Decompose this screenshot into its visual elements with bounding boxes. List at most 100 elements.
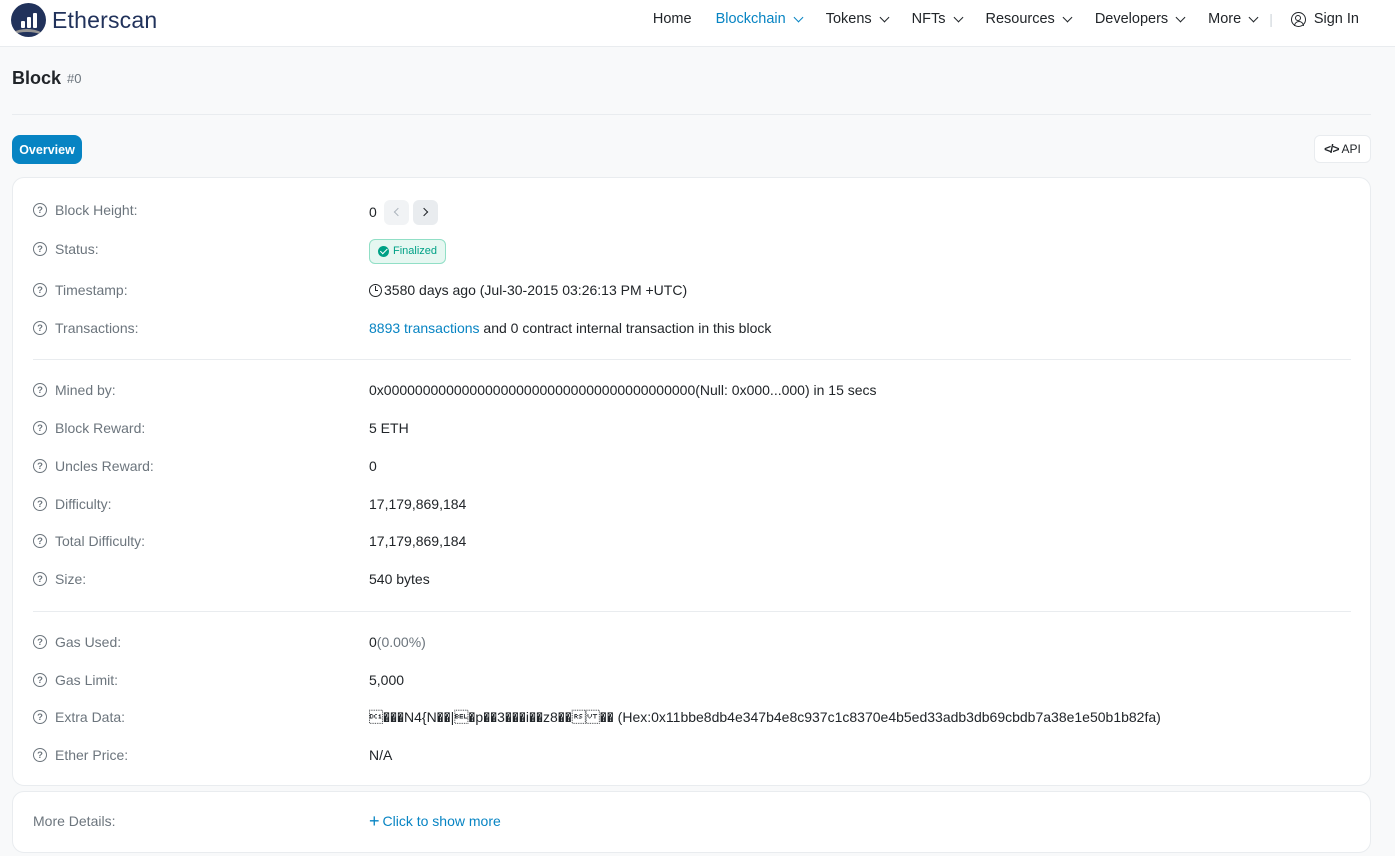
show-more-label: Click to show more	[382, 813, 501, 829]
previous-block-button[interactable]	[383, 199, 409, 225]
nav-more-label: More	[1208, 11, 1242, 27]
etherscan-logo[interactable]: Etherscan	[11, 3, 157, 37]
row-gas-limit: ? Gas Limit: 5,000	[33, 670, 1353, 690]
clock-icon	[369, 283, 382, 297]
block-reward-value: 5 ETH	[369, 420, 409, 436]
row-block-reward: ? Block Reward: 5 ETH	[33, 418, 1353, 438]
nav-more[interactable]: More	[1208, 11, 1259, 27]
nav-separator: |	[1269, 11, 1273, 27]
mined-by-value: 0x00000000000000000000000000000000000000…	[369, 382, 877, 398]
transactions-link[interactable]: 8893 transactions	[369, 320, 480, 336]
question-circle-icon[interactable]: ?	[33, 421, 47, 435]
row-timestamp: ? Timestamp: 3580 days ago (Jul-30-2015 0…	[33, 280, 1353, 300]
more-details-label: More Details:	[33, 813, 116, 829]
question-circle-icon[interactable]: ?	[33, 673, 47, 687]
chevron-down-icon	[953, 12, 963, 22]
section-divider	[33, 611, 1351, 612]
nav-resources-label: Resources	[985, 11, 1055, 27]
question-circle-icon[interactable]: ?	[33, 283, 47, 297]
question-circle-icon[interactable]: ?	[33, 534, 47, 548]
logo-text: Etherscan	[52, 6, 158, 33]
nav-blockchain[interactable]: Blockchain	[715, 11, 804, 27]
ether-price-label: Ether Price:	[55, 747, 129, 763]
chevron-down-icon	[1175, 12, 1186, 22]
size-label: Size:	[55, 571, 87, 587]
row-ether-price: ? Ether Price: N/A	[33, 745, 1353, 765]
question-circle-icon[interactable]: ?	[33, 321, 47, 335]
uncles-reward-label: Uncles Reward:	[55, 458, 154, 474]
transactions-info: and 0 contract internal transaction in t…	[479, 320, 772, 336]
row-uncles-reward: ? Uncles Reward: 0	[33, 456, 1353, 476]
code-icon: </>	[1324, 142, 1339, 156]
user-circle-icon	[1290, 11, 1306, 27]
chevron-down-icon	[879, 12, 890, 22]
nav-home-label: Home	[652, 11, 692, 27]
sign-in-label: Sign In	[1313, 11, 1359, 27]
extra-data-label: Extra Data:	[55, 709, 126, 725]
transactions-label: Transactions:	[55, 320, 139, 336]
row-size: ? Size: 540 bytes	[33, 569, 1353, 589]
question-circle-icon[interactable]: ?	[33, 748, 47, 762]
gas-limit-value: 5,000	[369, 672, 405, 688]
check-circle-icon	[378, 245, 389, 257]
status-value: Finalized	[393, 245, 438, 257]
next-block-button[interactable]	[412, 199, 438, 225]
question-circle-icon[interactable]: ?	[33, 572, 47, 586]
nav-tokens[interactable]: Tokens	[826, 11, 890, 27]
gas-used-percent: (0.00%)	[376, 634, 426, 650]
row-total-difficulty: ? Total Difficulty: 17,179,869,184	[33, 531, 1353, 551]
chevron-down-icon	[1248, 12, 1259, 22]
question-circle-icon[interactable]: ?	[33, 242, 47, 256]
api-button[interactable]: </> API	[1314, 135, 1371, 163]
question-circle-icon[interactable]: ?	[33, 710, 47, 724]
size-value: 540 bytes	[369, 571, 430, 587]
extra-data-value: ���N4{N��|�p��3���i��z8�� �� (Hex:0x11…	[369, 709, 1161, 725]
plus-icon: +	[369, 811, 380, 831]
question-circle-icon[interactable]: ?	[33, 635, 47, 649]
nav-developers-label: Developers	[1094, 11, 1169, 27]
chevron-left-icon	[393, 207, 403, 217]
uncles-reward-value: 0	[369, 458, 377, 474]
status-badge: Finalized	[369, 238, 447, 264]
row-extra-data: ? Extra Data: ���N4{N��|�p��3���i��z8��…	[33, 707, 1353, 727]
api-label: API	[1341, 142, 1361, 156]
timestamp-value: 3580 days ago (Jul-30-2015 03:26:13 PM +…	[384, 282, 688, 298]
question-circle-icon[interactable]: ?	[33, 383, 47, 397]
more-details-card: More Details: + Click to show more	[12, 791, 1371, 853]
main-nav: Home Blockchain Tokens NFTs Resources De…	[629, 0, 1359, 38]
page-title: Block	[12, 68, 62, 88]
nav-nfts-label: NFTs	[911, 11, 946, 27]
row-more-details: More Details: + Click to show more	[33, 811, 1353, 831]
question-circle-icon[interactable]: ?	[33, 497, 47, 511]
nav-nfts[interactable]: NFTs	[911, 11, 963, 27]
overview-card: ? Block Height: 0 ? Status: Finalized ? Tim…	[12, 177, 1371, 786]
total-difficulty-value: 17,179,869,184	[369, 533, 467, 549]
top-navbar: Etherscan Home Blockchain Tokens NFTs Re…	[0, 0, 1395, 47]
status-label: Status:	[55, 241, 99, 257]
question-circle-icon[interactable]: ?	[33, 203, 47, 217]
row-mined-by: ? Mined by: 0x000000000000000000000000000…	[33, 380, 1353, 400]
chevron-right-icon	[419, 207, 429, 217]
mined-by-label: Mined by:	[55, 382, 116, 398]
gas-used-label: Gas Used:	[55, 634, 122, 650]
nav-blockchain-label: Blockchain	[715, 11, 786, 27]
nav-resources[interactable]: Resources	[985, 11, 1073, 27]
row-status: ? Status: Finalized	[33, 238, 1353, 264]
block-height-label: Block Height:	[55, 202, 138, 218]
show-more-link[interactable]: + Click to show more	[369, 811, 501, 831]
block-reward-label: Block Reward:	[55, 420, 146, 436]
block-number: #0	[67, 71, 82, 86]
title-divider	[12, 114, 1371, 115]
tab-overview[interactable]: Overview	[12, 135, 82, 164]
nav-developers[interactable]: Developers	[1094, 11, 1186, 27]
gas-limit-label: Gas Limit:	[55, 672, 119, 688]
chevron-down-icon	[1062, 12, 1073, 22]
etherscan-logo-icon	[11, 3, 46, 37]
question-circle-icon[interactable]: ?	[33, 459, 47, 473]
nav-home[interactable]: Home	[653, 11, 692, 27]
sign-in-link[interactable]: Sign In	[1290, 11, 1359, 27]
ether-price-value: N/A	[369, 747, 393, 763]
timestamp-label: Timestamp:	[55, 282, 128, 298]
difficulty-label: Difficulty:	[55, 496, 112, 512]
gas-used-value: 0	[369, 634, 377, 650]
